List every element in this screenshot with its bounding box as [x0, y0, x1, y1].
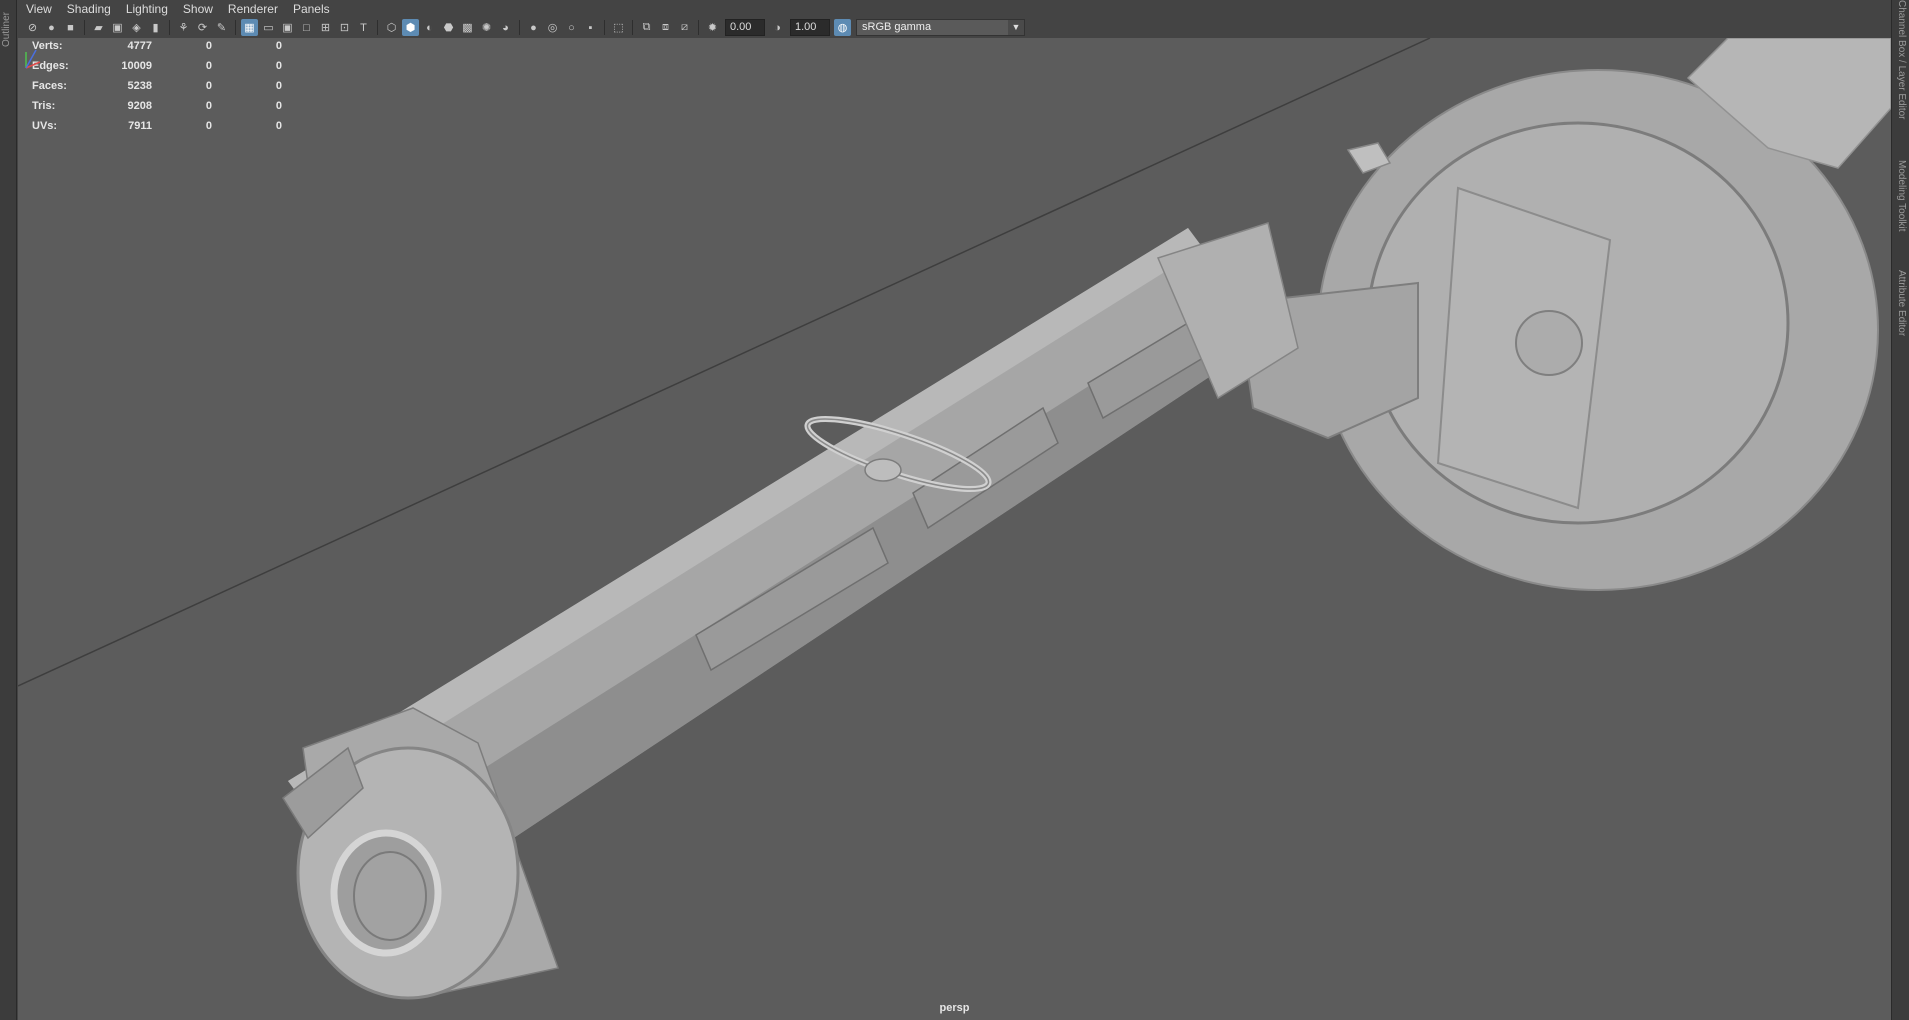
view-transform-select[interactable]: sRGB gamma ▼ — [856, 19, 1025, 36]
exposure-field[interactable]: 0.00 — [725, 19, 765, 36]
hud-row-faces: Faces: 5238 0 0 — [32, 76, 282, 96]
gate-mask-icon[interactable]: ▭ — [260, 19, 277, 36]
resolution-gate-icon[interactable]: ✎ — [213, 19, 230, 36]
depth-of-field-icon[interactable]: ▪ — [582, 19, 599, 36]
safe-title-icon[interactable]: ⊞ — [317, 19, 334, 36]
outliner-tab[interactable]: Outliner — [1, 4, 15, 54]
sling-swivel — [864, 458, 902, 482]
drum-center-knob — [1515, 310, 1583, 376]
safe-action-icon[interactable]: □ — [298, 19, 315, 36]
hud-value: 7911 — [128, 120, 152, 132]
hud-label: UVs: — [32, 120, 58, 132]
toolbar-divider — [698, 20, 699, 35]
gamma-field[interactable]: 1.00 — [790, 19, 830, 36]
anti-aliasing-icon[interactable]: ○ — [563, 19, 580, 36]
image-plane-icon[interactable]: ▣ — [109, 19, 126, 36]
grease-pencil-icon[interactable]: ▮ — [147, 19, 164, 36]
panel-menubar: View Shading Lighting Show Renderer Pane… — [18, 0, 1891, 17]
right-side-tab-strip: Channel Box / Layer Editor Modeling Tool… — [1891, 0, 1909, 1020]
poly-count-hud: Verts: 4777 0 0 Edges: 10009 0 0 Faces: … — [32, 38, 282, 136]
film-gate-icon[interactable]: ⟳ — [194, 19, 211, 36]
hud-value: 0 — [205, 60, 212, 72]
menu-lighting[interactable]: Lighting — [126, 2, 168, 16]
shadows-icon[interactable]: ◕ — [497, 19, 514, 36]
toolbar-divider — [169, 20, 170, 35]
isolate-select-icon[interactable]: ⬚ — [610, 19, 627, 36]
attribute-editor-tab[interactable]: Attribute Editor — [1894, 270, 1907, 336]
hud-value: 10009 — [121, 60, 152, 72]
menu-shading[interactable]: Shading — [67, 2, 111, 16]
hud-label: Faces: — [32, 80, 67, 92]
toolbar-divider — [519, 20, 520, 35]
smooth-shade-icon[interactable]: ⬢ — [402, 19, 419, 36]
outliner-side-tab-strip: Outliner — [0, 0, 17, 1020]
resolution-icon[interactable]: ⊡ — [336, 19, 353, 36]
hud-row-verts: Verts: 4777 0 0 — [32, 38, 282, 56]
toolbar-divider — [235, 20, 236, 35]
wireframe-on-shaded-icon[interactable]: ⬣ — [440, 19, 457, 36]
menu-view[interactable]: View — [26, 2, 52, 16]
text-overlay-icon[interactable]: T — [355, 19, 372, 36]
model-render — [18, 38, 1891, 1000]
hud-value: 0 — [275, 120, 282, 132]
xray-joints-icon[interactable]: ⧈ — [657, 19, 674, 36]
default-material-icon[interactable]: ◐ — [421, 19, 438, 36]
hud-value: 0 — [275, 80, 282, 92]
3d-viewport[interactable]: Verts: 4777 0 0 Edges: 10009 0 0 Faces: … — [18, 38, 1891, 1020]
camera-icon[interactable]: ▰ — [90, 19, 107, 36]
menu-panels[interactable]: Panels — [293, 2, 330, 16]
toolbar-divider — [84, 20, 85, 35]
hud-value: 0 — [205, 80, 212, 92]
hud-value: 0 — [275, 100, 282, 112]
hud-value: 5238 — [127, 80, 152, 92]
toolbar-divider — [632, 20, 633, 35]
hud-value: 0 — [205, 120, 212, 132]
lights-icon[interactable]: ✺ — [478, 19, 495, 36]
grid-toggle-icon[interactable]: ⚘ — [175, 19, 192, 36]
hud-row-uvs: UVs: 7911 0 0 — [32, 116, 282, 136]
channel-box-tab[interactable]: Channel Box / Layer Editor — [1894, 0, 1907, 120]
xray-icon[interactable]: ⧉ — [638, 19, 655, 36]
bookmark-icon[interactable]: ■ — [62, 19, 79, 36]
toolbar-divider — [377, 20, 378, 35]
color-management-icon[interactable]: ◍ — [834, 19, 851, 36]
view-transform-value: sRGB gamma — [862, 21, 932, 33]
menu-show[interactable]: Show — [183, 2, 213, 16]
view-axis-gizmo-icon — [25, 49, 41, 69]
hud-value: 4777 — [127, 40, 152, 52]
field-chart-icon[interactable]: ▣ — [279, 19, 296, 36]
menu-renderer[interactable]: Renderer — [228, 2, 278, 16]
hud-value: 0 — [205, 100, 212, 112]
hud-value: 0 — [205, 40, 212, 52]
toolbar-divider — [604, 20, 605, 35]
select-camera-icon[interactable]: ⊘ — [24, 19, 41, 36]
motion-blur-icon[interactable]: ◎ — [544, 19, 561, 36]
textured-icon[interactable]: ▩ — [459, 19, 476, 36]
hud-value: 9208 — [127, 100, 152, 112]
hud-row-tris: Tris: 9208 0 0 — [32, 96, 282, 116]
hud-value: 0 — [275, 40, 282, 52]
hud-value: 0 — [275, 60, 282, 72]
hud-row-edges: Edges: 10009 0 0 — [32, 56, 282, 76]
camera-attributes-icon[interactable]: ● — [43, 19, 60, 36]
grid-icon[interactable]: ▦ — [241, 19, 258, 36]
exposure-icon[interactable]: ✹ — [704, 19, 721, 36]
camera-name-label: persp — [939, 1002, 970, 1014]
muzzle-bore — [353, 851, 427, 941]
ambient-occlusion-icon[interactable]: ● — [525, 19, 542, 36]
chevron-down-icon[interactable]: ▼ — [1008, 20, 1024, 35]
hud-label: Tris: — [32, 100, 56, 112]
xray-components-icon[interactable]: ⧄ — [676, 19, 693, 36]
wireframe-icon[interactable]: ⬡ — [383, 19, 400, 36]
gamma-icon[interactable]: ◑ — [769, 19, 786, 36]
2d-pan-zoom-icon[interactable]: ◈ — [128, 19, 145, 36]
panel-toolbar: ⊘ ● ■ ▰ ▣ ◈ ▮ ⚘ ⟳ ✎ ▦ ▭ ▣ □ ⊞ ⊡ T ⬡ ⬢ ◐ … — [18, 17, 1891, 39]
modeling-toolkit-tab[interactable]: Modeling Toolkit — [1894, 160, 1907, 232]
